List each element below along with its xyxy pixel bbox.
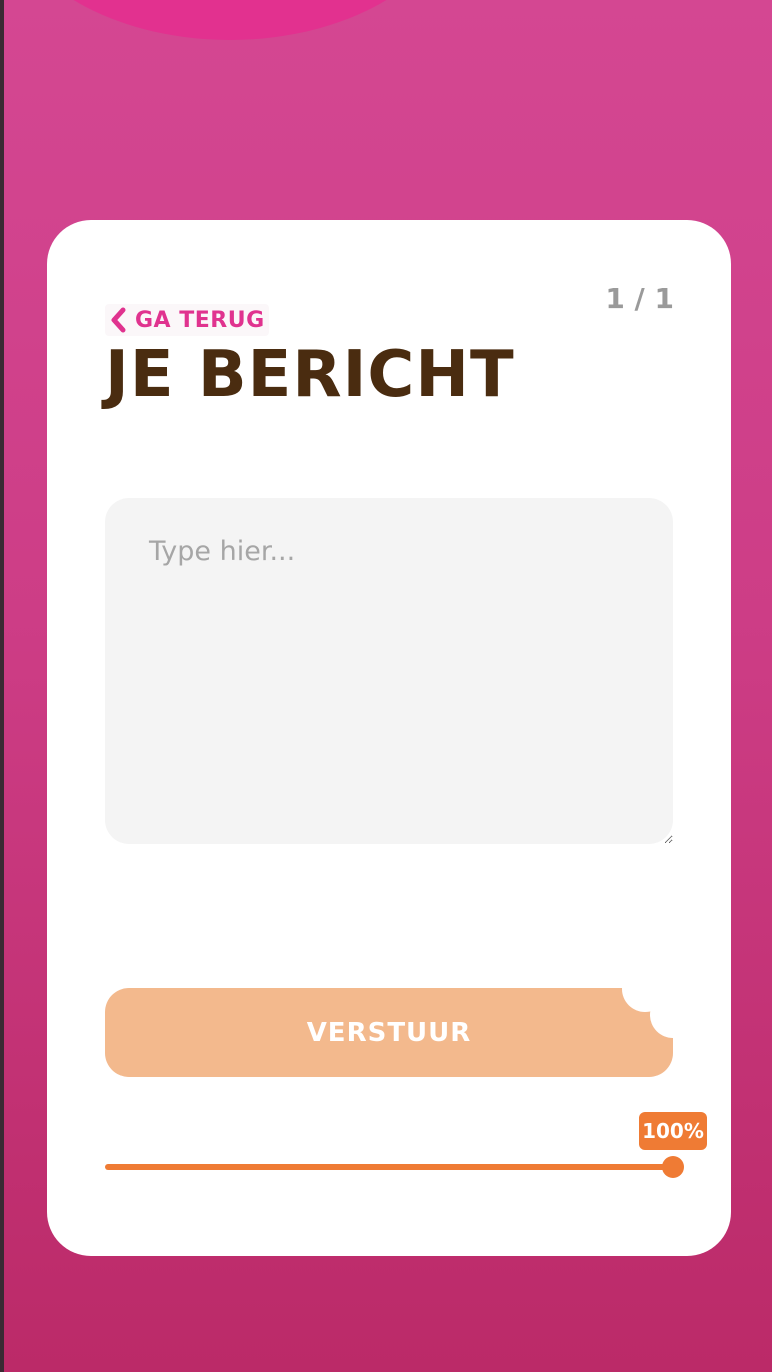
window-edge — [0, 0, 4, 1372]
page-counter: 1 / 1 — [605, 282, 674, 315]
chevron-left-icon — [107, 306, 129, 334]
page-title: JE BERICHT — [105, 338, 515, 412]
progress-handle[interactable] — [662, 1156, 684, 1178]
progress-track — [105, 1164, 673, 1170]
decorative-blob — [0, 0, 460, 40]
message-input[interactable] — [105, 498, 673, 844]
button-bite-decoration — [650, 992, 696, 1038]
message-card: 1 / 1 GA TERUG JE BERICHT VERSTUUR 100% — [47, 220, 731, 1256]
progress-percent-badge: 100% — [639, 1112, 707, 1150]
back-button[interactable]: GA TERUG — [105, 304, 269, 336]
back-button-label: GA TERUG — [135, 307, 265, 333]
send-button[interactable]: VERSTUUR — [105, 988, 673, 1077]
